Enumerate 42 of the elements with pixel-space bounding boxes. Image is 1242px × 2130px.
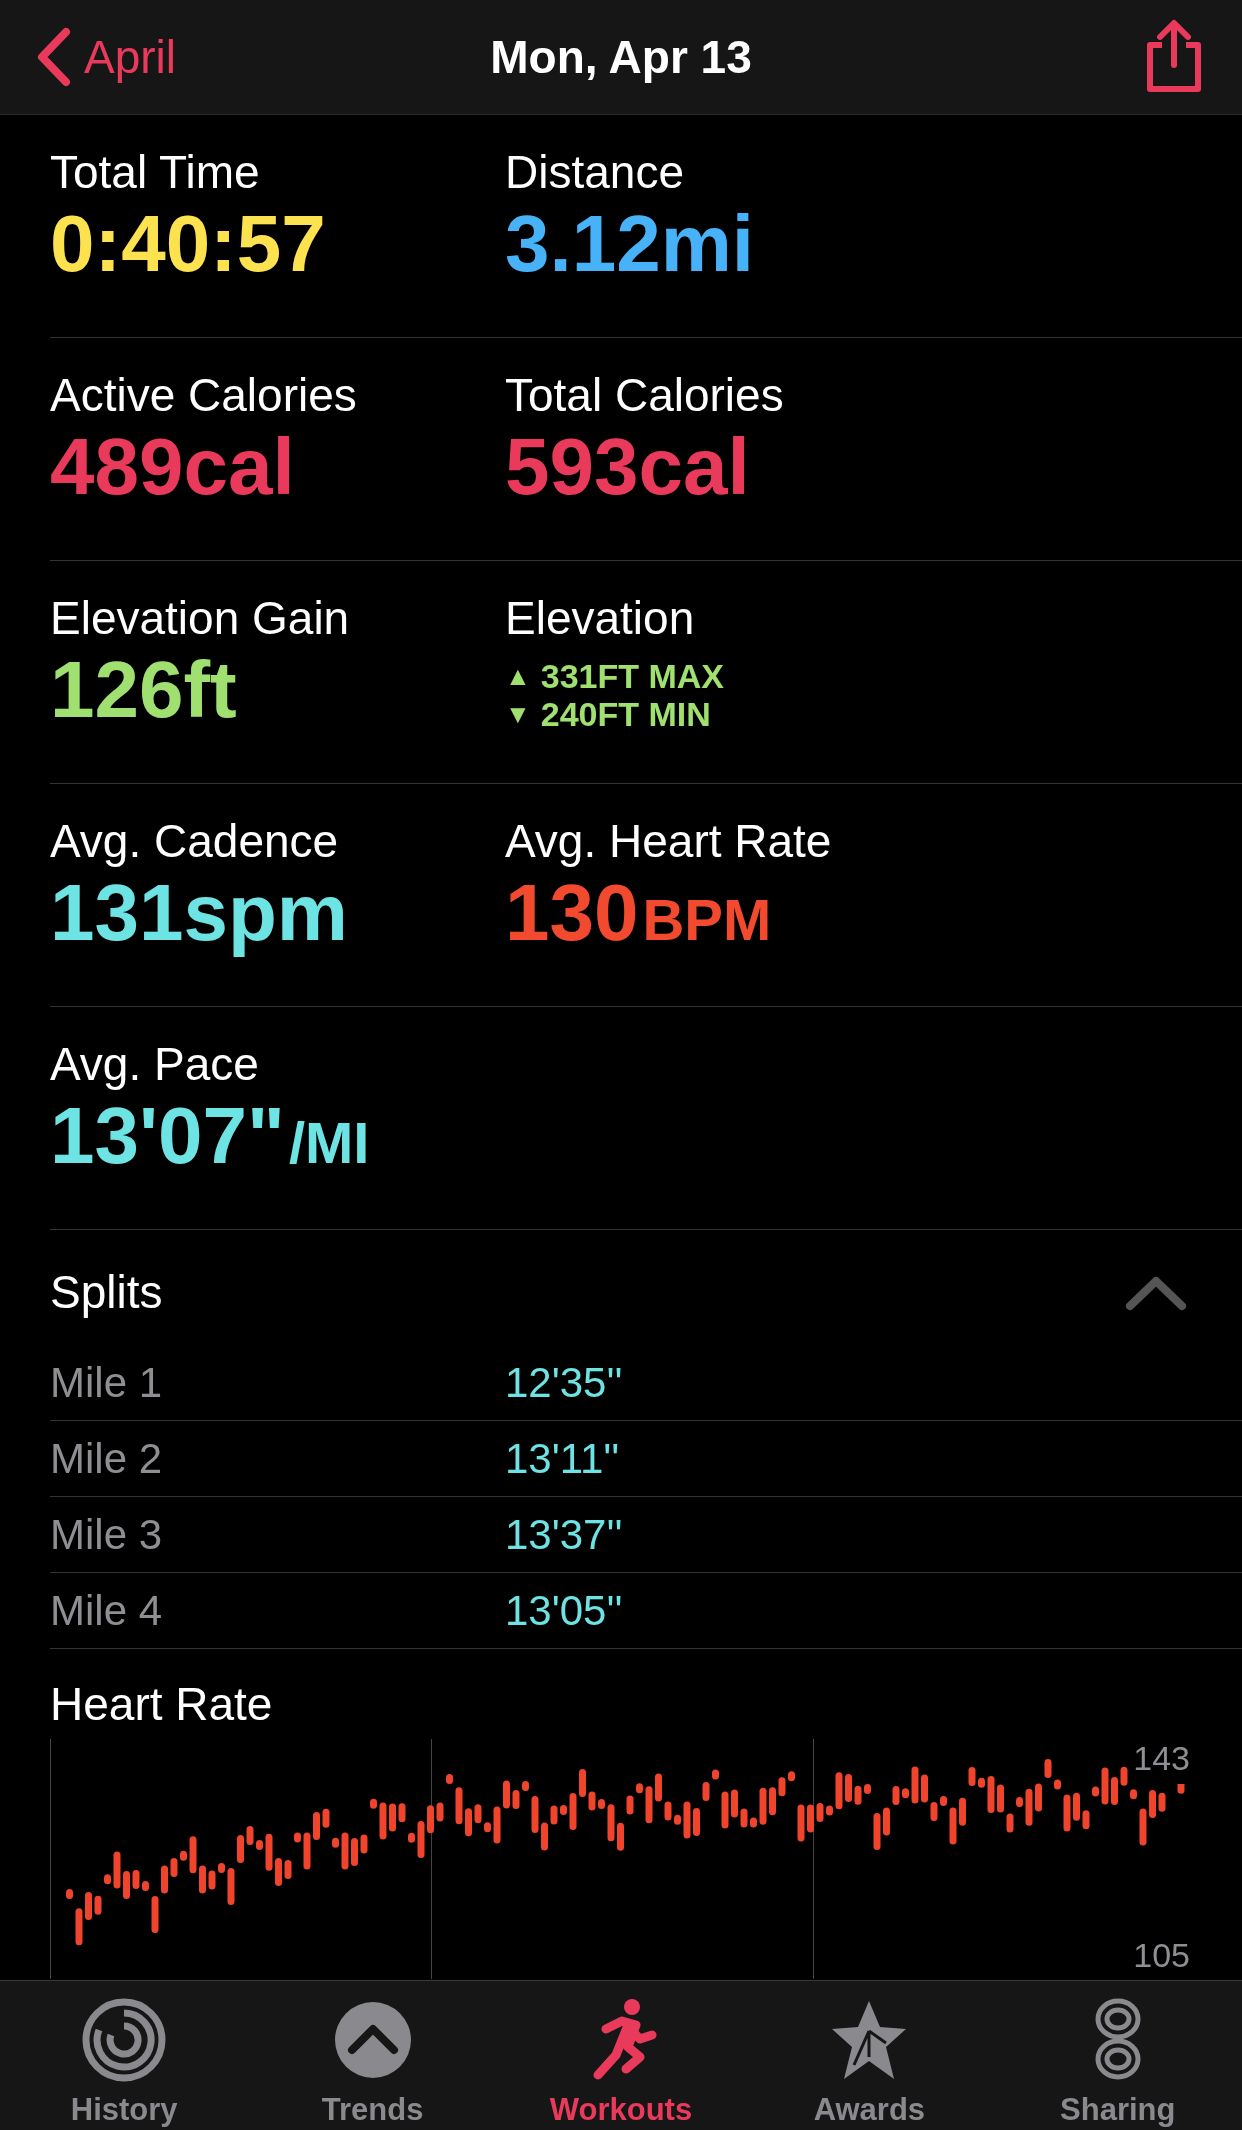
collapse-chevron-icon[interactable] [1125, 1274, 1187, 1311]
split-time: 12'35'' [505, 1358, 624, 1408]
metric-label: Elevation [505, 591, 696, 645]
split-time: 13'05'' [505, 1586, 624, 1636]
tab[interactable]: Sharing [993, 1981, 1242, 2130]
split-time: 13'11'' [505, 1434, 621, 1484]
metric-value: 130 [505, 868, 639, 958]
back-button[interactable]: April [36, 22, 177, 92]
tab[interactable]: Workouts [496, 1981, 746, 2130]
elevation-reading: 331FT MAX [540, 657, 724, 695]
back-chevron-icon [36, 26, 72, 88]
metric-value: 126ft [50, 645, 237, 735]
metric-label: Elevation Gain [50, 591, 351, 645]
arrow-icon: ▲ [505, 657, 531, 695]
metric-label: Active Calories [50, 368, 358, 422]
split-label: Mile 3 [50, 1510, 164, 1560]
metric-label: Avg. Heart Rate [505, 814, 833, 868]
split-label: Mile 2 [50, 1434, 164, 1484]
tab[interactable]: History [0, 1981, 249, 2130]
metric-value: 3.12mi [505, 199, 755, 289]
metric-value: 13'07" [50, 1091, 285, 1181]
metric-label: Total Calories [505, 368, 785, 422]
section-title: Splits [50, 1265, 163, 1320]
metric-unit: BPM [642, 886, 772, 954]
metric-label: Distance [505, 145, 685, 199]
metric-label: Total Time [50, 145, 261, 199]
tab[interactable]: Trends [248, 1981, 497, 2130]
metric-value: 0:40:57 [50, 199, 326, 289]
metric-value: 131spm [50, 868, 348, 958]
page-title: Mon, Apr 13 [490, 29, 752, 85]
metric-value: 489cal [50, 422, 295, 512]
metric-unit: /MI [288, 1109, 370, 1177]
metric-label: Avg. Cadence [50, 814, 340, 868]
metric-label: Avg. Pace [50, 1037, 260, 1091]
elevation-reading: 240FT MIN [540, 695, 711, 733]
split-time: 13'37'' [505, 1510, 624, 1560]
section-title: Heart Rate [50, 1677, 274, 1731]
metric-value: 593cal [505, 422, 750, 512]
split-label: Mile 4 [50, 1586, 164, 1636]
arrow-icon: ▼ [505, 695, 531, 733]
tab[interactable]: Awards [745, 1981, 994, 2130]
split-label: Mile 1 [50, 1358, 164, 1408]
